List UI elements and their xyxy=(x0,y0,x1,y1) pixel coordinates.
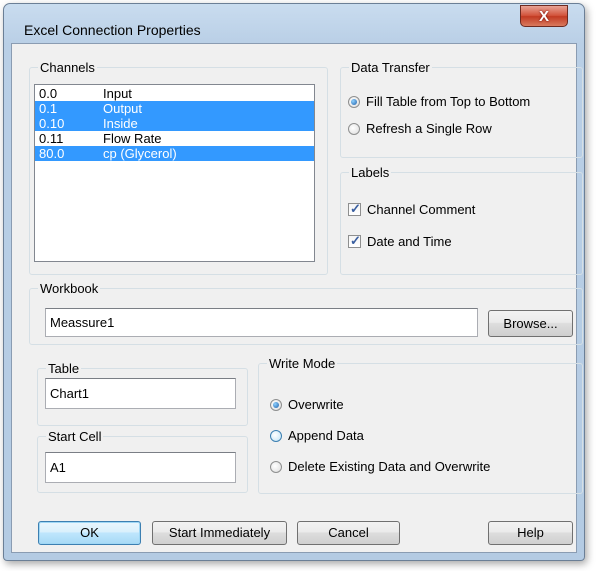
overwrite-radio[interactable]: Overwrite xyxy=(270,397,344,412)
channel-row-selected[interactable]: 0.10 Inside xyxy=(35,116,314,131)
table-legend: Table xyxy=(48,361,80,376)
checkbox-label: Date and Time xyxy=(367,234,452,249)
radio-label: Refresh a Single Row xyxy=(366,121,492,136)
close-icon: X xyxy=(538,8,549,25)
channel-id: 0.0 xyxy=(39,86,58,101)
labels-group: Labels xyxy=(340,165,583,275)
channel-id: 0.11 xyxy=(39,131,64,146)
radio-unselected-icon xyxy=(348,122,360,135)
radio-unselected-icon xyxy=(270,460,282,473)
ok-button[interactable]: OK xyxy=(38,521,141,545)
title-bar[interactable]: Excel Connection Properties X xyxy=(4,4,584,44)
checkbox-label: Channel Comment xyxy=(367,202,476,217)
radio-label: Append Data xyxy=(288,428,364,443)
delete-and-overwrite-radio[interactable]: Delete Existing Data and Overwrite xyxy=(270,459,490,474)
help-button[interactable]: Help xyxy=(488,521,573,545)
workbook-legend: Workbook xyxy=(40,281,99,296)
channel-name: Inside xyxy=(103,116,138,131)
channels-list[interactable]: 0.0 Input 0.1 Output 0.10 Inside 0.11 Flow R… xyxy=(34,84,315,262)
radio-selected-icon xyxy=(348,95,360,108)
channel-row[interactable]: 0.0 Input xyxy=(35,86,314,101)
table-input[interactable] xyxy=(45,378,236,409)
radio-unselected-icon xyxy=(270,429,282,442)
channel-name: Output xyxy=(103,101,143,116)
channel-name: Flow Rate xyxy=(103,131,162,146)
append-data-radio[interactable]: Append Data xyxy=(270,428,364,443)
channel-row-selected[interactable]: 0.1 Output xyxy=(35,101,314,116)
data-transfer-group: Data Transfer xyxy=(340,60,583,158)
radio-selected-icon xyxy=(270,398,282,411)
labels-legend: Labels xyxy=(351,165,390,180)
channels-legend: Channels xyxy=(40,60,95,75)
data-transfer-legend: Data Transfer xyxy=(351,60,430,75)
radio-label: Overwrite xyxy=(288,397,344,412)
browse-button[interactable]: Browse... xyxy=(488,310,573,337)
fill-top-to-bottom-radio[interactable]: Fill Table from Top to Bottom xyxy=(348,94,530,109)
window-title: Excel Connection Properties xyxy=(24,22,201,38)
checkmark-icon xyxy=(348,201,361,217)
channel-row-selected[interactable]: 80.0 cp (Glycerol) xyxy=(35,146,314,161)
cancel-button[interactable]: Cancel xyxy=(297,521,400,545)
start-cell-legend: Start Cell xyxy=(48,429,102,444)
channel-id: 0.1 xyxy=(39,101,58,116)
radio-label: Fill Table from Top to Bottom xyxy=(366,94,531,109)
channel-id: 80.0 xyxy=(39,146,65,161)
close-button[interactable]: X xyxy=(520,5,568,27)
channel-name: Input xyxy=(103,86,132,101)
write-mode-legend: Write Mode xyxy=(269,356,336,371)
start-cell-input[interactable] xyxy=(45,452,236,483)
start-immediately-button[interactable]: Start Immediately xyxy=(152,521,287,545)
date-and-time-checkbox[interactable]: Date and Time xyxy=(348,233,452,249)
workbook-input[interactable] xyxy=(45,308,478,337)
channel-name: cp (Glycerol) xyxy=(103,146,177,161)
channel-comment-checkbox[interactable]: Channel Comment xyxy=(348,201,476,217)
channel-id: 0.10 xyxy=(39,116,65,131)
checkmark-icon xyxy=(348,233,361,249)
refresh-single-row-radio[interactable]: Refresh a Single Row xyxy=(348,121,492,136)
radio-label: Delete Existing Data and Overwrite xyxy=(288,459,491,474)
channel-row[interactable]: 0.11 Flow Rate xyxy=(35,131,314,146)
